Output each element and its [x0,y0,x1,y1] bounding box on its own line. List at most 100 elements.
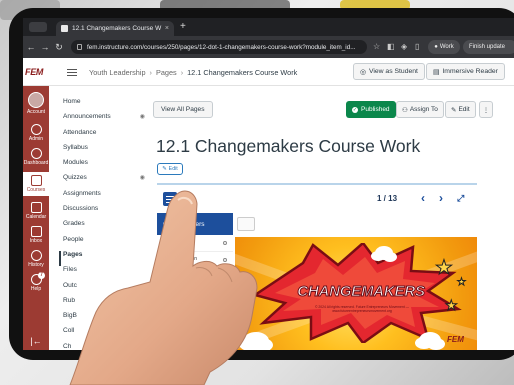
back-arrow-icon[interactable]: ← [25,42,37,52]
hidden-eye-icon: ◉ [139,175,145,182]
finish-update-label: Finish update [469,44,506,50]
status-dot-icon [223,292,227,296]
course-nav-home[interactable]: Home [63,98,135,113]
hamburger-menu-icon[interactable] [67,69,77,76]
current-slide[interactable]: ★ ★ ★ CHANGEMAKERS © 2024 All rights res… [235,237,477,350]
new-tab-button[interactable]: + [180,21,186,33]
course-nav-bigbluebutton[interactable]: BigB [63,312,135,327]
course-header: FEM Youth Leadership › Pages › 12.1 Changema… [23,58,514,86]
course-nav-files[interactable]: Files [63,266,135,281]
thumbnail-toggle-icon[interactable] [237,217,255,231]
user-avatar [28,92,44,108]
hidden-eye-icon: ◉ [139,114,145,121]
status-dot-icon [223,275,227,279]
outline-header: O- kers [157,213,233,235]
course-nav-collaborations[interactable]: Coll [63,327,135,342]
presentation-viewer: A 1 / 13 ‹ › ⤢ O- kers tion ina e ★ ★ ★ … [157,183,477,350]
global-nav-admin[interactable]: Admin [23,124,49,142]
global-nav-account[interactable]: Account [23,92,49,115]
edit-button[interactable]: ✎ Edit [445,101,476,118]
global-nav-history[interactable]: History [23,250,49,268]
fullscreen-icon[interactable]: ⤢ [457,193,464,204]
course-nav-label: Ch [63,342,72,350]
global-nav-courses[interactable]: Courses [23,172,49,196]
outline-header-label: kers [192,220,205,228]
course-nav-label: Home [63,98,81,105]
tab-search-button[interactable] [29,22,47,32]
collapse-nav-icon[interactable]: |← [23,336,49,346]
global-nav-label: History [28,262,44,268]
course-nav-rubrics[interactable]: Rub [63,297,135,312]
more-options-button[interactable]: ⋮ [479,101,493,118]
outline-item-label: tion [189,256,198,262]
tab-close-icon[interactable]: × [165,25,169,32]
next-slide-icon[interactable]: › [439,191,443,205]
breadcrumb-current: 12.1 Changemakers Course Work [187,68,298,77]
course-nav-assignments[interactable]: Assignments [63,190,135,205]
check-icon: ✓ [352,106,358,113]
course-nav-attendance[interactable]: Attendance [63,129,135,144]
finish-update-button[interactable]: Finish update [463,40,514,54]
outline-item[interactable]: e [157,286,233,303]
shield-extension-icon[interactable]: ◈ [401,42,407,51]
viewer-title: A [185,194,191,203]
browser-tab[interactable]: 12.1 Changemakers Course W × [56,21,174,36]
tab-bar: 12.1 Changemakers Course W × + [23,18,514,36]
global-nav-inbox[interactable]: Inbox [23,226,49,244]
view-as-student-button[interactable]: ◎ View as Student [353,63,425,80]
course-nav-quizzes[interactable]: Quizzes ◉ [63,174,145,189]
url-field[interactable]: fem.instructure.com/courses/250/pages/12… [71,40,367,54]
published-label: Published [361,106,390,113]
outline-item[interactable] [157,235,233,252]
shield-icon [30,124,42,135]
status-dot-icon [223,241,227,245]
outline-item[interactable] [157,303,233,320]
outline-item-label: e [193,290,196,296]
previous-slide-icon[interactable]: ‹ [421,191,425,205]
assign-to-button[interactable]: ⚇ Assign To [396,101,444,118]
edit-label: Edit [458,106,470,113]
course-nav-grades[interactable]: Grades [63,220,135,235]
outline-item[interactable]: tion [157,252,233,269]
viewer-toolbar: A 1 / 13 ‹ › ⤢ [157,185,477,213]
fem-logo[interactable]: FEM [25,67,43,77]
bookmark-star-icon[interactable]: ☆ [373,42,380,51]
course-nav-syllabus[interactable]: Syllabus [63,144,135,159]
global-nav-calendar[interactable]: Calendar [23,202,49,220]
global-nav-help[interactable]: 7 Help [23,272,49,292]
view-all-pages-button[interactable]: View All Pages [153,101,213,118]
extension-icon[interactable]: ◧ [387,42,395,51]
global-nav-label: Courses [26,187,46,193]
course-nav-label: BigB [63,312,77,320]
canvas-favicon-icon [61,25,68,32]
global-nav-dashboard[interactable]: Dashboard [23,148,49,166]
breadcrumb-course[interactable]: Youth Leadership [89,68,146,77]
immersive-reader-button[interactable]: ▤ Immersive Reader [426,63,505,80]
sidebar-icon[interactable]: ▯ [415,42,419,51]
global-nav-label: Dashboard [23,160,49,166]
site-info-icon[interactable] [77,44,82,50]
cloud-shape [371,251,385,261]
embed-edit-button[interactable]: ✎ Edit [157,163,183,175]
page-title: 12.1 Changemakers Course Work [156,136,421,156]
forward-arrow-icon[interactable]: → [39,42,51,52]
outline-item[interactable]: ina [157,269,233,286]
published-button[interactable]: ✓ Published [346,101,396,118]
course-nav-people[interactable]: People [63,236,135,251]
breadcrumb-pages[interactable]: Pages [156,68,177,77]
dashboard-icon [30,148,42,159]
course-nav-modules[interactable]: Modules [63,159,135,174]
slide-subtitle: © 2024 All rights reserved. Future Entre… [314,305,410,313]
course-nav-label: Announcements [63,113,111,121]
course-nav-announcements[interactable]: Announcements ◉ [63,113,145,128]
outline-item-label: ina [191,273,198,279]
course-nav-outcomes[interactable]: Outc [63,282,135,297]
course-nav-discussions[interactable]: Discussions [63,205,135,220]
course-nav-other[interactable]: Ch [63,343,135,350]
course-nav-label: Syllabus [63,143,88,151]
course-nav-pages[interactable]: Pages [59,250,135,267]
user-icon: ⚇ [402,106,408,114]
profile-chip[interactable]: ● Work [428,40,460,54]
viewer-menu-icon[interactable] [163,192,177,206]
reload-icon[interactable]: ↻ [53,42,65,53]
